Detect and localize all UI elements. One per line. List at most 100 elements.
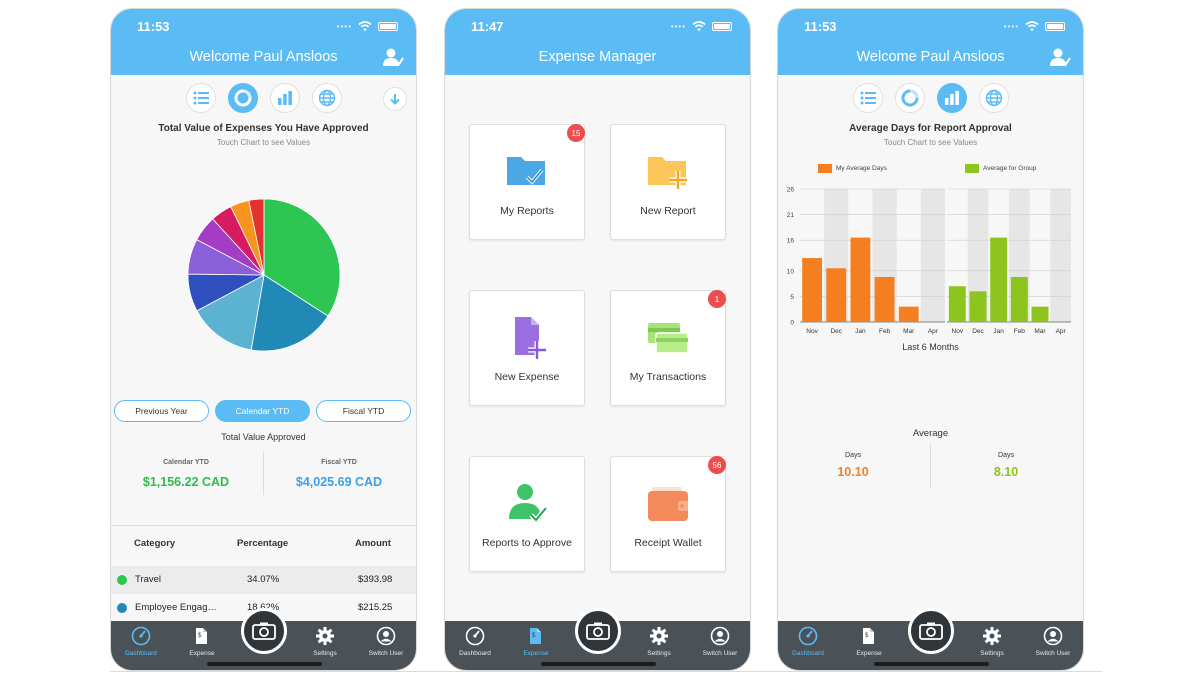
globe-icon: [318, 89, 336, 107]
status-time: 11:53: [804, 19, 837, 34]
header-title: Expense Manager: [538, 49, 657, 65]
bar-my-average-days-mar[interactable]: [898, 306, 919, 322]
tab-settings[interactable]: Settings: [962, 626, 1022, 657]
tile-new-expense[interactable]: New Expense: [469, 290, 585, 406]
tile-new-report[interactable]: New Report: [610, 124, 726, 240]
global-view-button[interactable]: [979, 83, 1009, 113]
wallet-icon: [648, 487, 688, 521]
gear-icon: [316, 627, 334, 645]
arrow-down-icon: [390, 94, 400, 105]
bar-average-for-group-mar[interactable]: [1031, 306, 1049, 322]
x-tick-label: Nov: [806, 328, 818, 335]
switch-user-icon[interactable]: [1049, 46, 1071, 68]
tab-switch-user[interactable]: Switch User: [1023, 626, 1083, 657]
tile-receipt-wallet[interactable]: Receipt Wallet 56: [610, 456, 726, 572]
tab-settings[interactable]: Settings: [295, 626, 355, 657]
tab-bar: Dashboard $ Expense Settings Switch User: [778, 608, 1083, 670]
pie-chart[interactable]: [111, 195, 417, 355]
stat-label-my-days: Days: [845, 452, 861, 459]
bar-my-average-days-jan[interactable]: [850, 237, 871, 322]
tab-label: Switch User: [368, 650, 404, 657]
average-label: Average: [912, 428, 949, 439]
column-header-category: Category: [134, 538, 176, 549]
bar-chart-icon: [945, 91, 959, 105]
dashboard-gauge-icon: [798, 626, 818, 646]
camera-button[interactable]: [241, 608, 287, 654]
tile-label: New Expense: [494, 371, 560, 383]
y-tick-label: 0: [790, 320, 794, 327]
bar-my-average-days-dec[interactable]: [826, 268, 847, 322]
tab-dashboard[interactable]: Dashboard: [778, 626, 838, 657]
calendar-ytd-button[interactable]: Calendar YTD: [215, 400, 310, 422]
home-indicator: [874, 662, 989, 666]
tab-dashboard[interactable]: Dashboard: [445, 626, 505, 657]
camera-icon: [586, 622, 610, 640]
camera-button[interactable]: [908, 608, 954, 654]
bar-average-for-group-nov[interactable]: [948, 286, 966, 322]
tab-expense[interactable]: $ Expense: [506, 626, 566, 657]
fiscal-ytd-button[interactable]: Fiscal YTD: [316, 400, 411, 422]
tab-settings[interactable]: Settings: [629, 626, 689, 657]
tile-my-transactions[interactable]: My Transactions 1: [610, 290, 726, 406]
row-amount: $393.98: [358, 574, 393, 585]
bar-my-average-days-feb[interactable]: [874, 276, 895, 322]
x-axis-caption: Last 6 Months: [902, 342, 959, 352]
expense-icon: $: [863, 628, 874, 644]
user-check-icon: [509, 484, 548, 524]
bar-view-button[interactable]: [270, 83, 300, 113]
tab-bar: Dashboard $ Expense Settings Switch User: [445, 608, 750, 670]
camera-button[interactable]: [575, 608, 621, 654]
download-button[interactable]: [383, 87, 407, 111]
category-color-dot: [117, 575, 127, 585]
global-view-button[interactable]: [312, 83, 342, 113]
x-tick-label: Feb: [1014, 328, 1026, 335]
bar-view-button[interactable]: [937, 83, 967, 113]
bar-average-for-group-jan[interactable]: [990, 237, 1008, 322]
tile-label: My Transactions: [629, 371, 707, 383]
tab-expense[interactable]: $ Expense: [839, 626, 899, 657]
battery-icon: [1045, 21, 1065, 31]
chart-subtitle: Touch Chart to see Values: [216, 138, 311, 147]
pie-view-button[interactable]: [895, 83, 925, 113]
tab-switch-user[interactable]: Switch User: [690, 626, 750, 657]
previous-year-button[interactable]: Previous Year: [114, 400, 209, 422]
x-tick-label: Mar: [903, 328, 915, 335]
tab-dashboard[interactable]: Dashboard: [111, 626, 171, 657]
phone-dashboard-bar: 11:53 •••• Welcome Paul Ansloos Average …: [777, 8, 1084, 671]
pie-view-button[interactable]: [228, 83, 258, 113]
x-tick-label: Mar: [1034, 328, 1046, 335]
bar-chart[interactable]: 0 5 10 16 21 26 Nov Dec Jan Feb Mar Apr Nov Dec Jan Feb…: [778, 179, 1084, 339]
pie-chart-icon: [234, 89, 252, 107]
stat-label-group-days: Days: [998, 452, 1014, 459]
bar-my-average-days-nov[interactable]: [802, 258, 822, 322]
gear-icon: [650, 627, 668, 645]
tab-label: Settings: [313, 650, 337, 657]
tile-my-reports[interactable]: My Reports 15: [469, 124, 585, 240]
list-view-button[interactable]: [853, 83, 883, 113]
header: 11:53 •••• Welcome Paul Ansloos: [111, 9, 416, 75]
x-tick-label: Dec: [830, 328, 842, 335]
list-view-button[interactable]: [186, 83, 216, 113]
globe-icon: [985, 89, 1003, 107]
battery-icon: [378, 21, 398, 31]
tab-label: Settings: [980, 650, 1004, 657]
tab-switch-user[interactable]: Switch User: [356, 626, 416, 657]
tab-expense[interactable]: $ Expense: [172, 626, 232, 657]
switch-user-icon[interactable]: [382, 46, 404, 68]
bar-average-for-group-dec[interactable]: [969, 291, 987, 322]
dashboard-content: Total Value of Expenses You Have Approve…: [111, 75, 416, 621]
dashboard-gauge-icon: [131, 626, 151, 646]
folder-check-icon: [507, 157, 545, 185]
x-tick-label: Jan: [993, 328, 1004, 335]
user-circle-icon: [1043, 626, 1063, 646]
tile-reports-to-approve[interactable]: Reports to Approve: [469, 456, 585, 572]
phone-dashboard-pie: 11:53 •••• Welcome Paul Ansloos Total Va…: [110, 8, 417, 671]
legend-swatch-group-average: [965, 164, 979, 173]
list-icon: [860, 91, 876, 105]
x-tick-label: Dec: [972, 328, 984, 335]
total-caption: Total Value Approved: [221, 432, 306, 442]
tile-label: My Reports: [500, 205, 554, 217]
bar-chart-stripe: [1050, 189, 1071, 322]
bar-average-for-group-feb[interactable]: [1010, 276, 1028, 322]
table-row[interactable]: Travel 34.07% $393.98: [111, 566, 416, 594]
